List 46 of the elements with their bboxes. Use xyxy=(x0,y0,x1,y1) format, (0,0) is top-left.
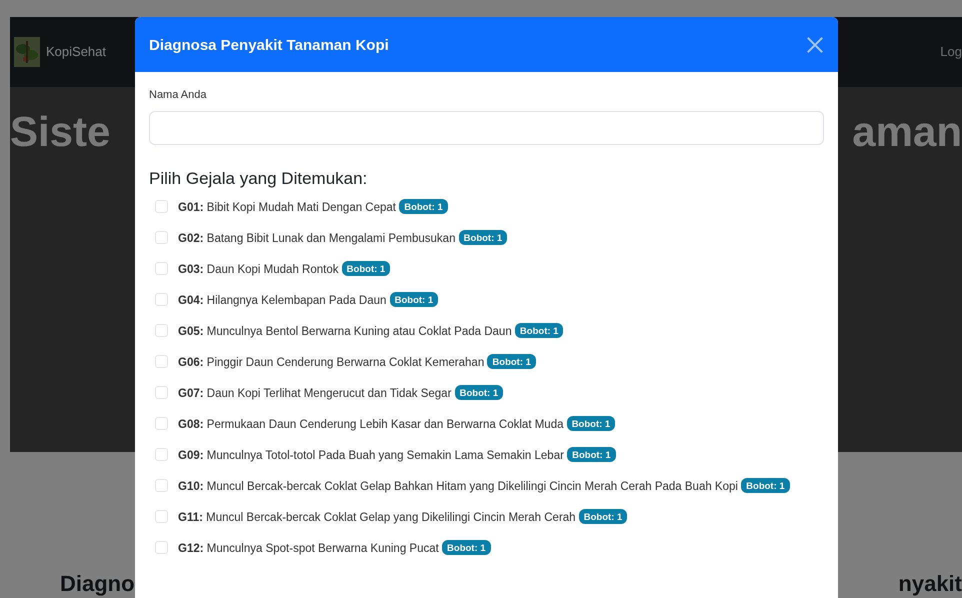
weight-badge: Bobot: 1 xyxy=(567,446,616,462)
field-label: Nama Anda xyxy=(149,87,208,102)
section-heading: Diagno xyxy=(60,570,135,596)
checkbox[interactable] xyxy=(155,230,168,244)
name-field[interactable] xyxy=(149,110,824,144)
weight-badge: Bobot: 1 xyxy=(390,292,438,308)
nav-link[interactable]: Log xyxy=(940,42,962,62)
hero-title: Siste xyxy=(10,107,110,157)
checkbox[interactable] xyxy=(155,448,168,461)
modal-title: Diagnosa Penyakit Tanaman Kopi xyxy=(149,36,389,54)
section-heading: nyakit xyxy=(898,570,962,596)
brand-name[interactable]: KopiSehat xyxy=(46,42,106,62)
checkbox[interactable] xyxy=(155,354,168,368)
checkbox[interactable] xyxy=(155,540,168,554)
weight-badge: Bobot: 1 xyxy=(442,540,491,556)
symptom-label: G04: Hilangnya Kelembapan Pada Daun xyxy=(178,294,388,306)
symptom-label: G01: Bibit Kopi Mudah Mati Dengan Cepat xyxy=(178,200,397,213)
hero-title: aman xyxy=(852,107,962,157)
checkbox[interactable] xyxy=(155,200,168,213)
symptom-label: G02: Batang Bibit Lunak dan Mengalami Pembusukan xyxy=(178,232,456,244)
symptom-label: G09: Munculnya Totol-totol Pada Buah yang Semakin Lama Semakin Lebar xyxy=(178,448,565,461)
weight-badge: Bobot: 1 xyxy=(566,416,616,432)
symptom-label: G07: Daun Kopi Terlihat Mengerucut dan Tidak Segar xyxy=(178,386,452,399)
weight-badge: Bobot: 1 xyxy=(514,322,564,338)
section-heading: Pilih Gejala yang Ditemukan: xyxy=(149,168,368,189)
weight-badge: Bobot: 1 xyxy=(487,354,536,370)
weight-badge: Bobot: 1 xyxy=(578,508,628,524)
weight-badge: Bobot: 1 xyxy=(399,198,448,214)
symptom-label: G11: Muncul Bercak-bercak Coklat Gelap yang Dikelilingi Cincin Merah Cerah xyxy=(178,510,577,523)
symptom-label: G08: Permukaan Daun Cenderung Lebih Kasar dan Berwarna Coklat Muda xyxy=(178,418,564,430)
checkbox[interactable] xyxy=(155,510,168,523)
symptom-label: G12: Munculnya Spot-spot Berwarna Kuning Pucat xyxy=(178,542,440,554)
weight-badge: Bobot: 1 xyxy=(741,478,790,494)
checkbox[interactable] xyxy=(155,324,168,337)
checkbox[interactable] xyxy=(155,386,168,399)
symptom-label: G03: Daun Kopi Mudah Rontok xyxy=(178,262,340,275)
weight-badge: Bobot: 1 xyxy=(342,260,390,276)
weight-badge: Bobot: 1 xyxy=(458,230,508,246)
checkbox[interactable] xyxy=(155,478,168,492)
symptom-label: G10: Muncul Bercak-bercak Coklat Gelap Bahkan Hitam yang Dikelilingi Cincin Merah Cerah Pada Buah Kopi xyxy=(178,480,739,492)
symptom-label: G05: Munculnya Bentol Berwarna Kuning atau Coklat Pada Daun xyxy=(178,324,513,337)
checkbox[interactable] xyxy=(155,262,168,275)
symptom-label: G06: Pinggir Daun Cenderung Berwarna Coklat Kemerahan xyxy=(178,356,486,368)
checkbox[interactable] xyxy=(155,416,168,430)
weight-badge: Bobot: 1 xyxy=(454,384,504,400)
checkbox[interactable] xyxy=(155,292,168,306)
